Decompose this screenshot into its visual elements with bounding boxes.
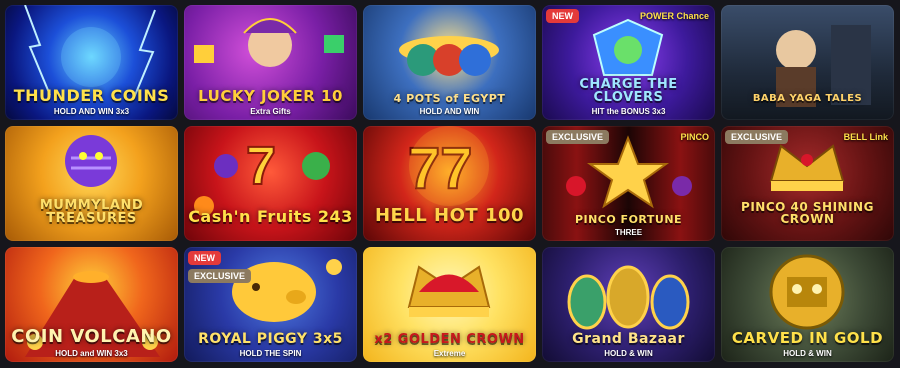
game-title: PINCO FORTUNE (574, 213, 683, 226)
game-title: Grand Bazaar (572, 331, 685, 347)
game-extra-label: POWER Chance (639, 11, 709, 21)
game-tile[interactable]: EXCLUSIVE BELL Link PINCO 40 SHINING CROWN (721, 126, 894, 241)
game-subtitle: HOLD and WIN 3x3 (55, 349, 128, 358)
game-subtitle: HIT the BONUS 3x3 (591, 107, 666, 116)
game-subtitle: HOLD & WIN (783, 349, 832, 358)
game-tile[interactable]: MUMMYLAND TREASURES (5, 126, 178, 241)
game-tile[interactable]: x2 GOLDEN CROWN Extreme (363, 247, 536, 362)
game-tile[interactable]: NEW EXCLUSIVE ROYAL PIGGY 3x5 HOLD THE SPIN (184, 247, 357, 362)
game-title: BABA YAGA TALES (752, 93, 863, 104)
game-tile[interactable]: BABA YAGA TALES (721, 5, 894, 120)
game-title: CARVED IN GOLD (731, 329, 884, 347)
game-title: ROYAL PIGGY 3x5 (198, 331, 343, 347)
game-extra-label: BELL Link (843, 132, 888, 142)
game-subtitle: HOLD AND WIN (419, 107, 480, 116)
game-tile[interactable]: 4 POTS of EGYPT HOLD AND WIN (363, 5, 536, 120)
game-tile[interactable]: EXCLUSIVE PINCO PINCO FORTUNE THREE (542, 126, 715, 241)
game-title: Cash'n Fruits 243 (188, 207, 353, 226)
new-badge: NEW (546, 9, 579, 23)
game-tile[interactable]: THUNDER COINS HOLD AND WIN 3x3 (5, 5, 178, 120)
game-tile[interactable]: 77HELL HOT 100 (363, 126, 536, 241)
game-title: COIN VOLCANO (11, 326, 172, 347)
game-tile[interactable]: LUCKY JOKER 10 Extra Gifts (184, 5, 357, 120)
new-badge: NEW (188, 251, 221, 265)
game-title: THUNDER COINS (13, 86, 170, 105)
game-grid: THUNDER COINS HOLD AND WIN 3x3 LUCKY JOKER… (5, 5, 894, 362)
game-title: PINCO 40 SHINING CROWN (741, 200, 874, 226)
game-tile[interactable]: COIN VOLCANO HOLD and WIN 3x3 (5, 247, 178, 362)
game-subtitle: Extreme (433, 349, 466, 358)
game-extra-label: PINCO (680, 132, 709, 142)
game-subtitle: HOLD THE SPIN (239, 349, 302, 358)
game-title: 4 POTS of EGYPT (393, 92, 506, 105)
game-tile[interactable]: Grand Bazaar HOLD & WIN (542, 247, 715, 362)
game-subtitle: HOLD AND WIN 3x3 (53, 107, 130, 116)
exclusive-badge: EXCLUSIVE (725, 130, 789, 144)
game-title: CHARGE THE CLOVERS (579, 77, 678, 105)
game-subtitle: HOLD & WIN (604, 349, 653, 358)
game-title: MUMMYLAND TREASURES (39, 198, 144, 226)
svg-text:7: 7 (246, 136, 276, 196)
game-tile[interactable]: 7 Cash'n Fruits 243 (184, 126, 357, 241)
game-tile[interactable]: CARVED IN GOLD HOLD & WIN (721, 247, 894, 362)
game-title: x2 GOLDEN CROWN (374, 332, 525, 347)
game-title: LUCKY JOKER 10 (198, 87, 343, 105)
game-tile[interactable]: NEW POWER Chance CHARGE THE CLOVERS HIT the… (542, 5, 715, 120)
exclusive-badge: EXCLUSIVE (546, 130, 610, 144)
exclusive-badge: EXCLUSIVE (188, 269, 252, 283)
game-subtitle: THREE (614, 228, 643, 237)
game-title: HELL HOT 100 (374, 205, 525, 226)
game-subtitle: Extra Gifts (250, 107, 291, 116)
